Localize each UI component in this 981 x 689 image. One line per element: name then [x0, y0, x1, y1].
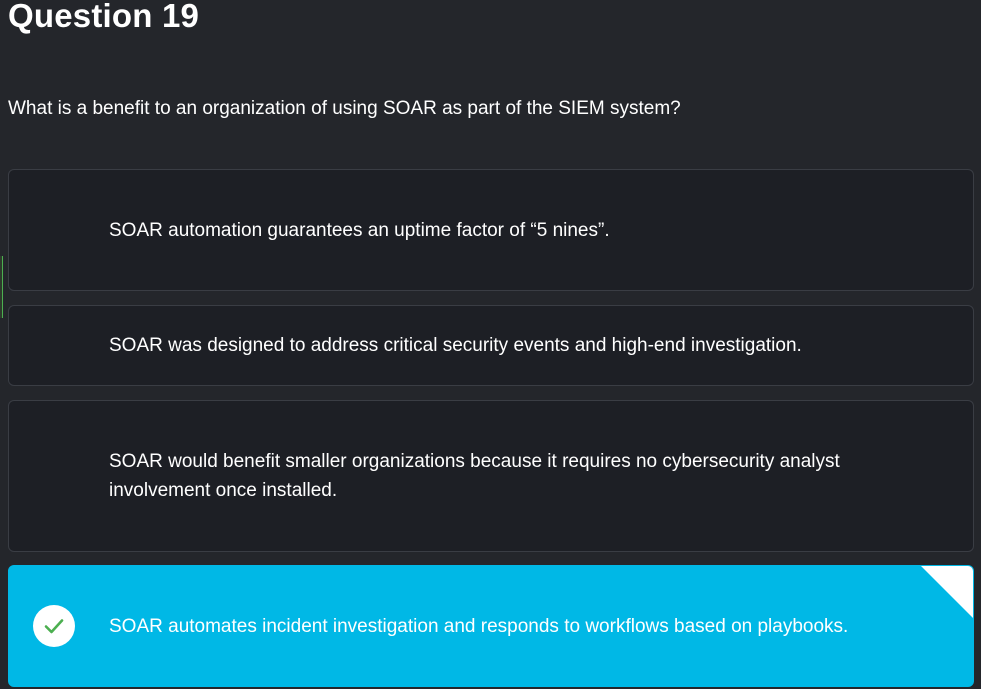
side-marker [0, 256, 3, 318]
question-title: Question 19 [8, 0, 200, 34]
answer-option-1[interactable]: SOAR automation guarantees an uptime fac… [8, 169, 974, 291]
answer-option-2[interactable]: SOAR was designed to address critical se… [8, 305, 974, 386]
answer-option-4[interactable]: SOAR automates incident investigation an… [8, 565, 974, 687]
question-text: What is a benefit to an organization of … [8, 98, 681, 119]
corner-fold-icon [921, 566, 973, 618]
check-icon [33, 605, 75, 647]
answer-option-label: SOAR automates incident investigation an… [109, 615, 849, 637]
answer-option-label: SOAR was designed to address critical se… [109, 335, 802, 356]
answer-option-label: SOAR automation guarantees an uptime fac… [109, 219, 610, 241]
answer-option-3[interactable]: SOAR would benefit smaller organizations… [8, 400, 974, 552]
answer-option-label: SOAR would benefit smaller organizations… [109, 451, 840, 501]
